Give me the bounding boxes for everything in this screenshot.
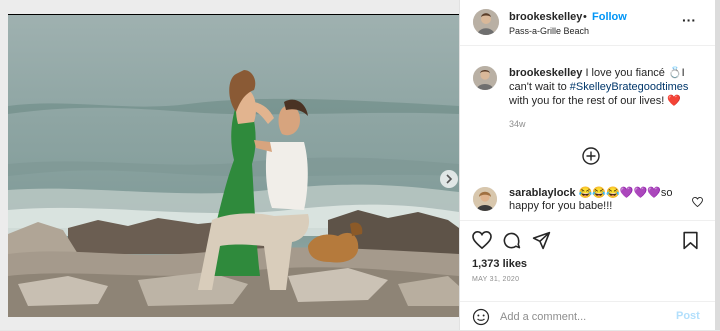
post-comment-button[interactable]: Post — [676, 310, 700, 322]
plus-circle-icon — [582, 147, 600, 165]
beach-proposal-image — [8, 14, 459, 317]
share-icon — [532, 231, 551, 250]
emoji-icon — [472, 308, 490, 326]
comment-icon — [503, 232, 521, 249]
post-header: brookeskelley • Follow Pass-a-Grille Bea… — [460, 0, 715, 46]
emoji-button[interactable] — [472, 308, 490, 331]
author-username[interactable]: brookeskelley — [509, 11, 582, 23]
post-details-panel: brookeskelley • Follow Pass-a-Grille Bea… — [459, 0, 715, 330]
comment-username[interactable]: sarablaylock — [509, 187, 576, 199]
comment: sarablaylock 😂😂😂💜💜💜so happy for you babe… — [509, 187, 679, 213]
screenshot-frame: brookeskelley • Follow Pass-a-Grille Bea… — [0, 0, 720, 330]
caption-timestamp: 34w — [509, 119, 526, 129]
author-avatar[interactable] — [473, 9, 499, 35]
comment-like-button[interactable] — [692, 194, 703, 212]
follow-button[interactable]: Follow — [592, 11, 627, 23]
post-actions: 1,373 likes MAY 31, 2020 Post — [460, 220, 715, 330]
window-edge — [715, 0, 720, 330]
post-date: MAY 31, 2020 — [472, 276, 520, 283]
post-caption: brookeskelley I love you fiancé 💍I can't… — [509, 66, 704, 108]
save-button[interactable] — [682, 231, 699, 255]
add-comment-input[interactable] — [500, 308, 665, 326]
caption-author-avatar[interactable] — [473, 66, 497, 90]
heart-icon — [472, 230, 492, 250]
caption-username[interactable]: brookeskelley — [509, 67, 582, 79]
comment-button[interactable] — [502, 231, 521, 255]
load-more-comments-button[interactable] — [581, 146, 601, 166]
heart-icon — [692, 196, 703, 208]
likes-count[interactable]: 1,373 likes — [472, 258, 527, 270]
post-photo[interactable] — [8, 14, 459, 317]
bookmark-icon — [683, 231, 698, 250]
chevron-right-icon — [446, 174, 453, 184]
caption-hashtag[interactable]: #SkelleyBrategoodtimes — [570, 81, 689, 93]
commenter-avatar[interactable] — [473, 187, 497, 211]
next-photo-button[interactable] — [440, 170, 458, 188]
add-comment-bar: Post — [460, 301, 715, 331]
separator-dot: • — [583, 11, 587, 23]
post-location[interactable]: Pass-a-Grille Beach — [509, 26, 589, 36]
share-button[interactable] — [532, 231, 551, 255]
like-button[interactable] — [472, 230, 492, 254]
caption-text-end: with you for the rest of our lives! ❤️ — [509, 95, 682, 107]
more-icon[interactable]: ··· — [682, 12, 696, 28]
